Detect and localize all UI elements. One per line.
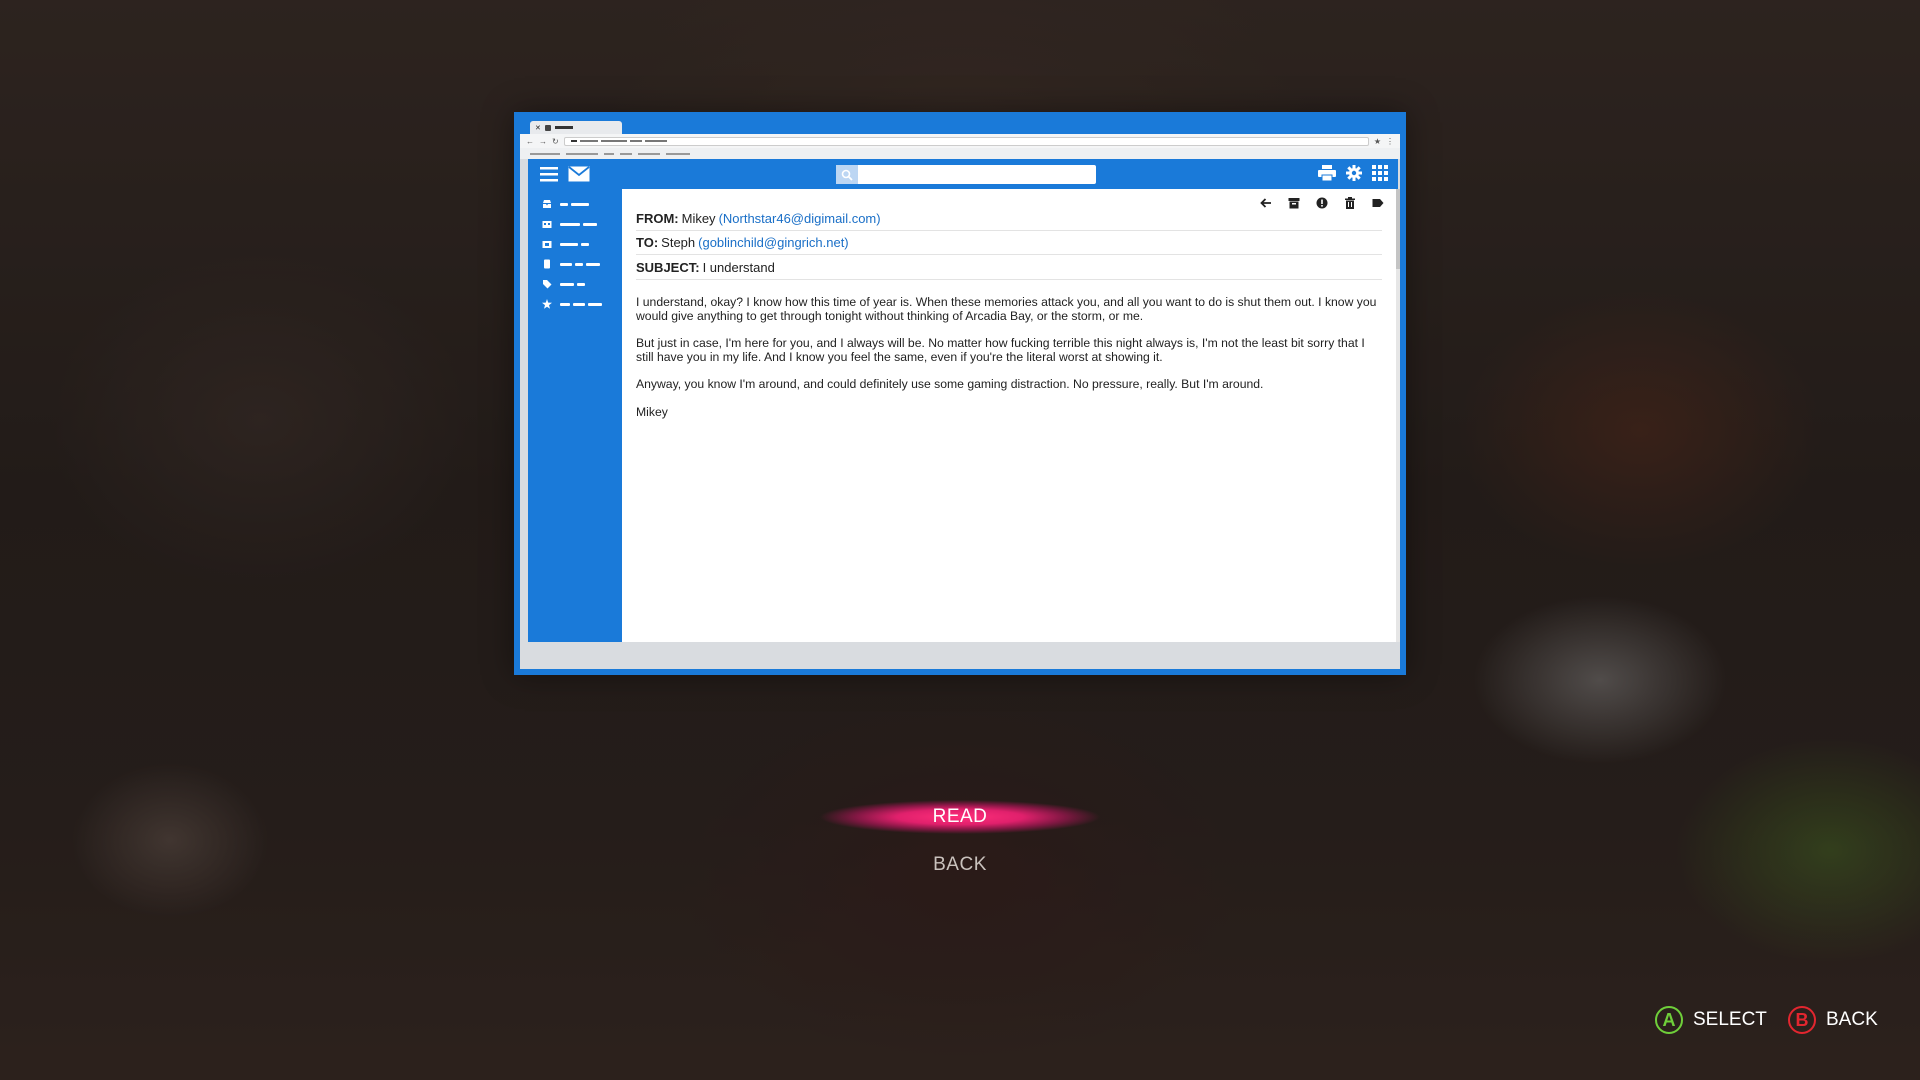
window-status-bar — [520, 642, 1400, 669]
to-name: Steph — [661, 235, 696, 250]
email-paragraph: I understand, okay? I know how this time… — [636, 295, 1377, 323]
browser-reload-icon[interactable]: ↻ — [552, 137, 559, 146]
email-client-window: ✕ ← → ↻ ★ ⋮ FROM: Mikey (Northstar46@dig… — [514, 112, 1406, 675]
email-body: I understand, okay? I know how this time… — [636, 295, 1378, 434]
b-button-icon: B — [1788, 1006, 1816, 1034]
address-bar[interactable] — [563, 136, 1369, 146]
from-name: Mikey — [681, 211, 716, 226]
mail-app-header — [528, 159, 1398, 189]
documents-icon — [544, 259, 550, 269]
email-signature: Mikey — [636, 404, 668, 419]
to-address-link[interactable]: (goblinchild@gingrich.net) — [698, 235, 849, 250]
header-actions — [1318, 165, 1388, 181]
apps-grid-icon[interactable] — [1372, 165, 1388, 181]
menu-option-back[interactable]: BACK — [820, 848, 1100, 882]
tab-title-placeholder — [554, 126, 573, 129]
menu-option-back-label: BACK — [933, 854, 987, 875]
browser-tab-bar: ✕ — [520, 118, 1400, 134]
search-icon — [841, 169, 853, 181]
browser-forward-icon[interactable]: → — [539, 137, 547, 146]
tag-icon — [543, 280, 552, 289]
menu-icon[interactable] — [540, 166, 558, 182]
sidebar-item-documents[interactable] — [542, 258, 600, 270]
browser-back-icon[interactable]: ← — [526, 137, 534, 146]
settings-icon[interactable] — [1346, 165, 1362, 181]
browser-menu-icon[interactable]: ⋮ — [1386, 137, 1394, 146]
drafts-icon — [542, 221, 552, 228]
back-prompt[interactable]: B BACK — [1788, 1006, 1878, 1034]
browser-frame: ✕ ← → ↻ ★ ⋮ FROM: Mikey (Northstar46@dig… — [520, 118, 1400, 669]
email-from-row: FROM: Mikey (Northstar46@digimail.com) — [636, 207, 1382, 231]
print-icon[interactable] — [1318, 165, 1336, 181]
email-paragraph: Anyway, you know I'm around, and could d… — [636, 377, 1264, 392]
browser-address-row: ← → ↻ ★ ⋮ — [520, 134, 1400, 148]
lock-icon — [570, 140, 577, 142]
email-view: FROM: Mikey (Northstar46@digimail.com) T… — [622, 189, 1400, 642]
to-label: TO: — [636, 235, 659, 250]
tab-close-icon[interactable]: ✕ — [535, 124, 541, 132]
bookmark-star-icon[interactable]: ★ — [1374, 137, 1381, 146]
search-button[interactable] — [836, 165, 858, 184]
a-button-icon: A — [1655, 1006, 1683, 1034]
tab-favicon-icon — [544, 124, 551, 131]
star-icon — [542, 299, 552, 309]
inbox-icon — [543, 200, 551, 208]
mail-icon[interactable] — [568, 166, 590, 182]
from-label: FROM: — [636, 211, 679, 226]
subject-text: I understand — [702, 260, 775, 275]
email-to-row: TO: Steph (goblinchild@gingrich.net) — [636, 231, 1382, 255]
from-address-link[interactable]: (Northstar46@digimail.com) — [719, 211, 881, 226]
sent-icon — [542, 241, 552, 248]
select-prompt[interactable]: A SELECT — [1655, 1006, 1767, 1034]
bookmarks-bar — [520, 148, 1400, 159]
sidebar-item-starred[interactable] — [542, 298, 602, 310]
select-prompt-label: SELECT — [1693, 1009, 1767, 1030]
menu-option-read[interactable]: READ — [820, 800, 1100, 834]
menu-option-read-label: READ — [932, 806, 988, 827]
sidebar-item-inbox[interactable] — [542, 198, 589, 210]
subject-label: SUBJECT: — [636, 260, 700, 275]
search-input[interactable] — [836, 165, 1096, 184]
browser-tab[interactable]: ✕ — [530, 121, 622, 134]
sidebar-item-drafts[interactable] — [542, 218, 597, 230]
email-paragraph: But just in case, I'm here for you, and … — [636, 336, 1365, 364]
sidebar-item-tags[interactable] — [542, 278, 585, 290]
email-subject-row: SUBJECT: I understand — [636, 256, 1382, 280]
sidebar-item-sent[interactable] — [542, 238, 589, 250]
mail-sidebar — [528, 189, 622, 642]
email-scrollbar-thumb[interactable] — [1396, 189, 1400, 269]
back-prompt-label: BACK — [1826, 1009, 1878, 1030]
